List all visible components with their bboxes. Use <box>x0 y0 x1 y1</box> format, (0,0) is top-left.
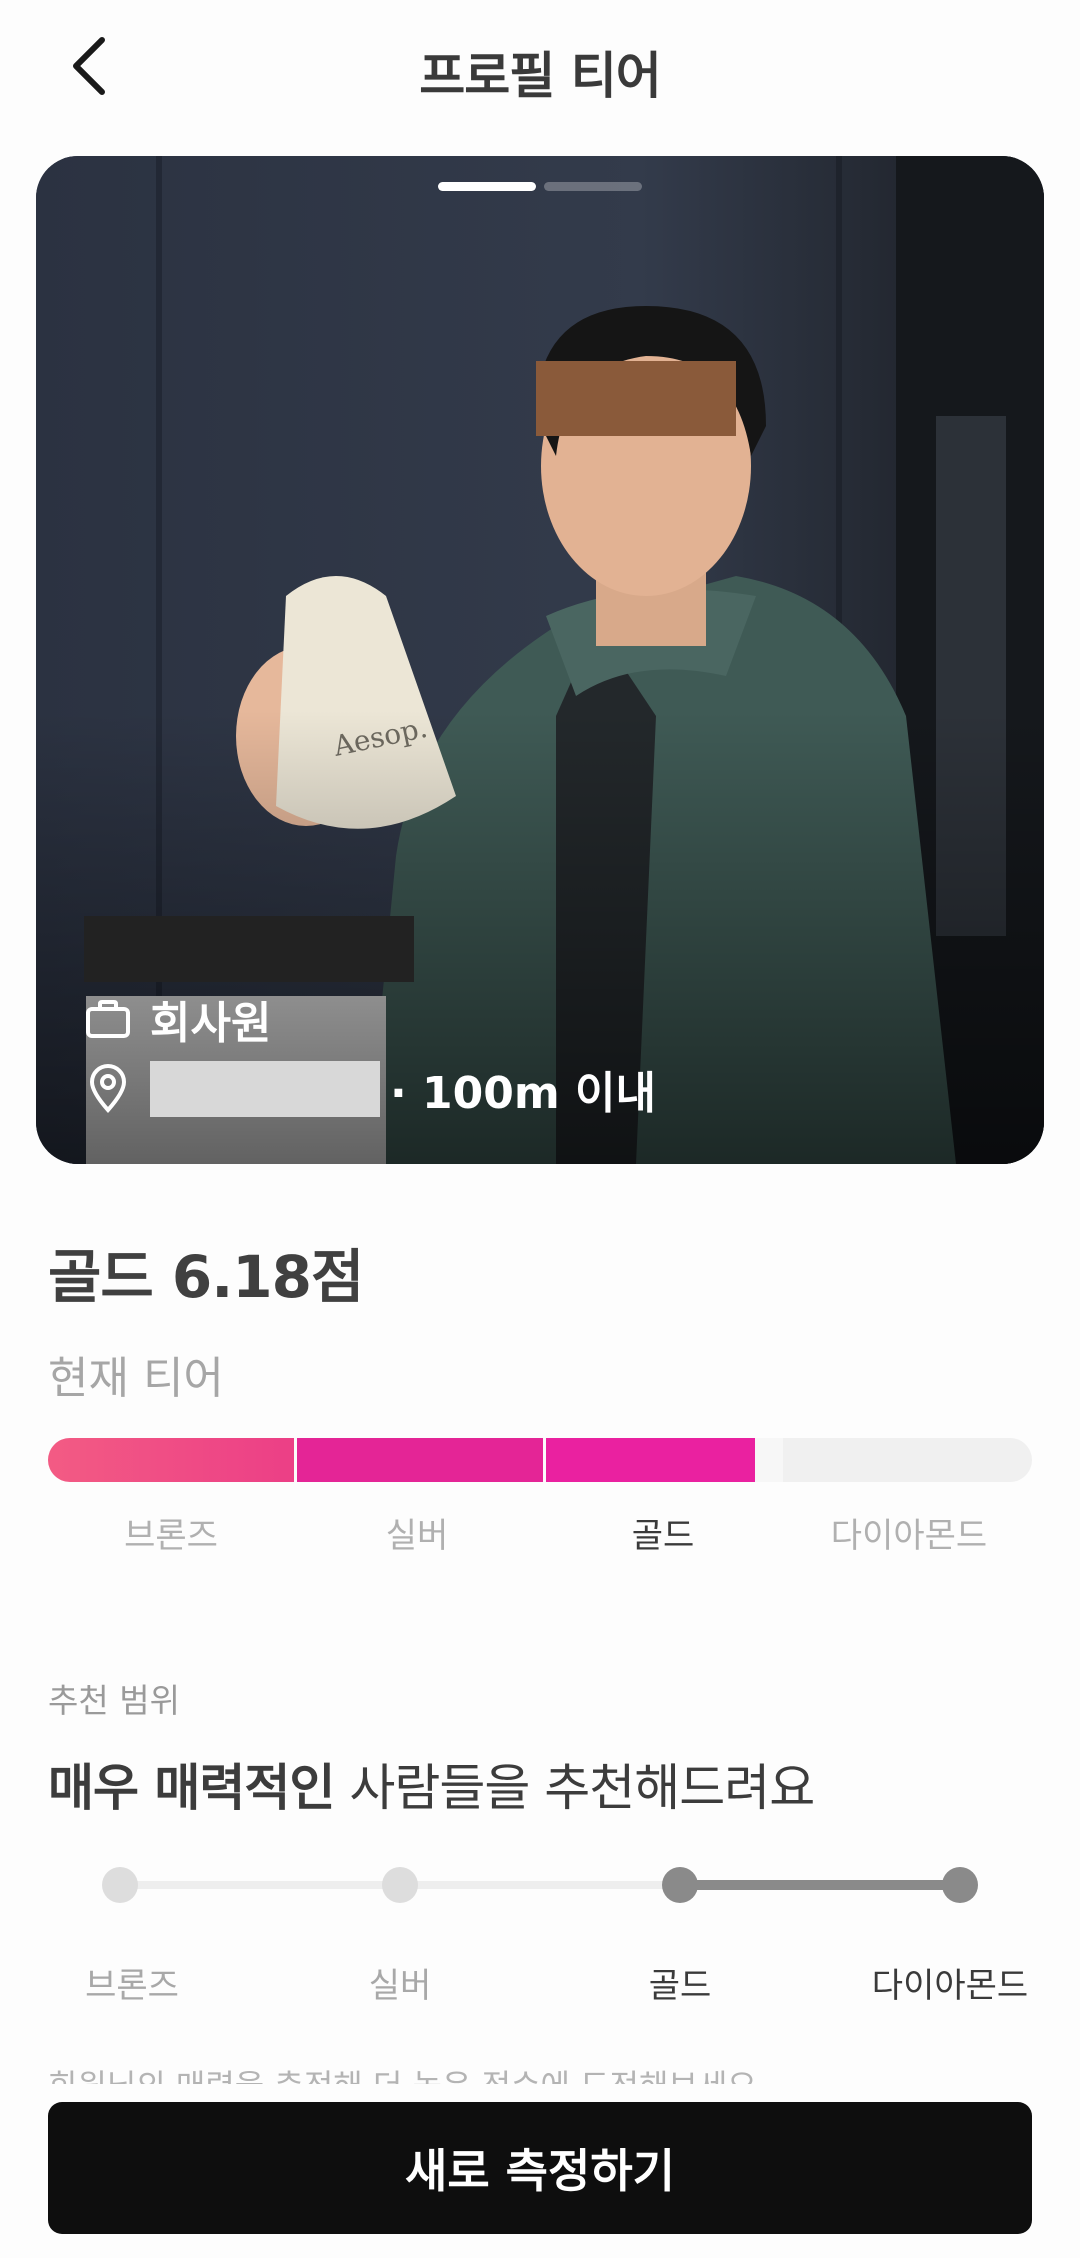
range-dot-3[interactable] <box>942 1867 978 1903</box>
recommendation-range-slider[interactable] <box>102 1862 978 1908</box>
profile-info-overlay: 회사원 · 100m 이내 <box>84 914 656 1124</box>
range-level-labels: 브론즈 실버 골드 다이아몬드 <box>0 1958 1080 2008</box>
tier-bar-segment-0 <box>48 1438 294 1482</box>
tier-bar-gap <box>754 1438 783 1482</box>
pager-dot <box>544 182 642 191</box>
range-dot-0[interactable] <box>102 1867 138 1903</box>
range-dot-1[interactable] <box>382 1867 418 1903</box>
map-pin-icon <box>84 1064 132 1114</box>
tier-label-0: 브론즈 <box>124 1516 218 1556</box>
profile-job: 회사원 <box>150 998 272 1049</box>
profile-location-row: · 100m 이내 <box>84 1054 656 1124</box>
pager-dot-active <box>438 182 536 191</box>
recommendation-rest: 사람들을 추천해드려요 <box>334 1759 815 1817</box>
profile-distance: · 100m 이내 <box>390 1068 657 1119</box>
tier-bar-segment-1 <box>297 1438 543 1482</box>
recommendation-label: 추천 범위 <box>48 1681 180 1720</box>
tier-score: 골드 6.18점 <box>48 1243 364 1311</box>
profile-job-row: 회사원 <box>84 984 656 1054</box>
page-title: 프로필 티어 <box>419 47 661 105</box>
tier-label-1: 실버 <box>385 1516 449 1556</box>
remeasure-button[interactable]: 새로 측정하기 <box>48 2102 1032 2234</box>
range-dot-2[interactable] <box>662 1867 698 1903</box>
tier-subtitle: 현재 티어 <box>48 1353 224 1404</box>
tier-level-labels: 브론즈 실버 골드 다이아몬드 <box>48 1508 1032 1557</box>
profile-photo-card[interactable]: Aesop. 회사원 · 100m 이내 <box>36 156 1044 1164</box>
range-fill <box>680 1880 960 1890</box>
range-label-1: 실버 <box>368 1966 432 2006</box>
tier-label-2: 골드 <box>631 1516 695 1556</box>
tier-label-3: 다이아몬드 <box>830 1516 988 1556</box>
header: 프로필 티어 <box>0 0 1080 140</box>
profile-name-row <box>84 914 656 984</box>
tier-bar-segment-2 <box>546 1438 755 1482</box>
tier-progress-bar <box>48 1438 1032 1482</box>
photo-pager <box>36 182 1044 191</box>
briefcase-icon <box>84 995 132 1043</box>
range-label-2: 골드 <box>648 1966 712 2006</box>
recommendation-hint: 회원님의 매력을 측정해 더 높은 점수에 도전해보세요 <box>48 2058 1032 2084</box>
range-label-0: 브론즈 <box>85 1966 179 2006</box>
redacted-name <box>84 916 414 982</box>
recommendation-highlight: 매우 매력적인 <box>48 1759 335 1817</box>
redacted-location <box>150 1061 380 1117</box>
range-label-3: 다이아몬드 <box>871 1966 1029 2006</box>
recommendation-sentence: 매우 매력적인 사람들을 추천해드려요 <box>48 1748 815 1820</box>
